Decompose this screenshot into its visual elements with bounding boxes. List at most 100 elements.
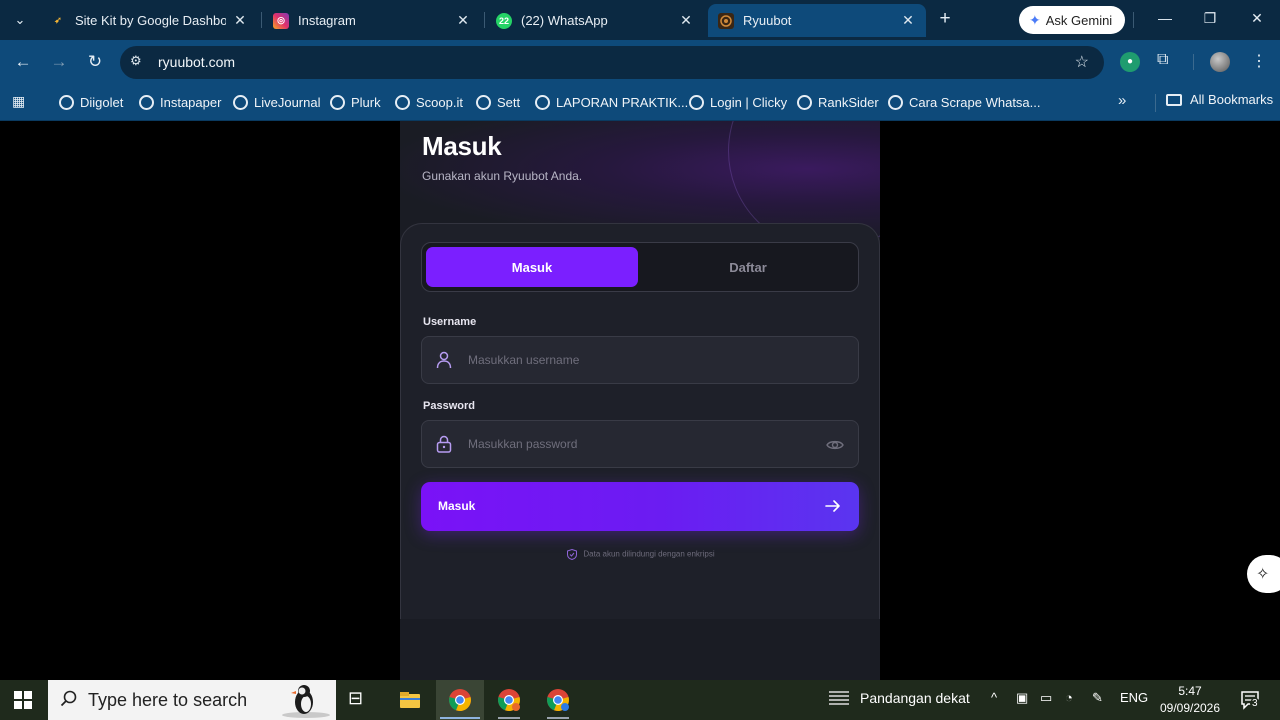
bookmark-sett[interactable]: Sett [476,92,520,112]
reload-icon[interactable]: ↻ [84,51,106,73]
weather-widget[interactable]: Pandangan dekat [828,689,970,707]
username-label: Username [423,316,477,328]
submit-label: Masuk [438,499,476,513]
gemini-sparkle-icon: ✦ [1029,11,1041,28]
weather-text: Pandangan dekat [860,690,970,706]
login-card: Masuk Daftar Username Masukkan username … [400,223,880,619]
page-viewport: Masuk Gunakan akun Ryuubot Anda. Masuk D… [0,121,1280,680]
clock-date: 09/09/2026 [1159,701,1221,715]
tab-ryuubot[interactable]: Ryuubot ✕ [708,4,926,37]
task-view-icon[interactable]: ⊟ [348,688,372,712]
globe-icon [476,94,491,110]
globe-icon [330,94,345,110]
running-indicator [498,717,520,719]
bookmark-clicky[interactable]: Login | Clicky [689,92,787,112]
search-icon [60,690,77,707]
battery-icon[interactable]: ▭ [1040,690,1052,706]
instagram-favicon-icon: ◎ [273,12,289,29]
bookmark-label: Cara Scrape Whatsa... [909,94,1041,110]
close-icon[interactable]: ✕ [232,12,248,29]
password-placeholder: Masukkan password [468,437,578,451]
minimize-icon[interactable]: — [1155,10,1175,26]
username-placeholder: Masukkan username [468,353,580,367]
tab-login[interactable]: Masuk [426,247,638,287]
bookmark-livejournal[interactable]: LiveJournal [233,92,321,112]
bookmarks-bar: ▦ Diigolet Instapaper LiveJournal Plurk … [0,84,1280,121]
bookmark-label: LAPORAN PRAKTIK... [556,94,689,110]
divider [1133,12,1134,28]
extensions-puzzle-icon[interactable]: ⧉ [1157,51,1168,69]
page-footer-area [400,619,880,680]
bookmark-star-icon[interactable]: ☆ [1075,52,1089,72]
arrow-right-icon [825,500,840,512]
url-text[interactable]: ryuubot.com [158,54,235,70]
extension-icon[interactable]: ● [1120,52,1140,72]
meet-icon[interactable]: ▣ [1016,690,1028,706]
clock[interactable]: 5:47 09/09/2026 [1158,683,1222,717]
login-submit-button[interactable]: Masuk [421,482,859,531]
tab-whatsapp[interactable]: 22 (22) WhatsApp ✕ [486,4,704,37]
new-tab-icon[interactable]: + [934,9,956,30]
globe-icon [797,94,812,110]
restore-icon[interactable]: ❐ [1200,10,1220,27]
wifi-icon[interactable]: ◔ [1065,690,1073,705]
tab-site-kit[interactable]: ➶ Site Kit by Google Dashboard ✕ [40,4,258,37]
address-bar[interactable]: ⚙ ryuubot.com ☆ [120,46,1104,79]
lock-icon [436,435,452,453]
bookmark-scoopit[interactable]: Scoop.it [395,92,463,112]
chrome-profile-icon[interactable] [497,688,521,712]
ask-gemini-button[interactable]: ✦ Ask Gemini [1019,6,1125,34]
tab-title: Site Kit by Google Dashboard [75,13,226,28]
running-indicator [440,717,480,719]
language-indicator[interactable]: ENG [1120,690,1148,705]
bookmark-plurk[interactable]: Plurk [330,92,381,112]
sparkle-icon: ✧ [1256,566,1270,583]
bookmark-cara-scrape[interactable]: Cara Scrape Whatsa... [888,92,1041,112]
username-field[interactable]: Masukkan username [421,336,859,384]
site-info-icon[interactable]: ⚙ [130,53,142,69]
all-bookmarks-label: All Bookmarks [1190,92,1274,107]
puffin-illustration-icon [282,685,330,718]
bookmark-laporan[interactable]: LAPORAN PRAKTIK... [535,92,688,112]
tab-search-chevron-icon[interactable]: ⌄ [8,8,32,32]
running-indicator [547,717,569,719]
chevron-double-right-icon[interactable]: » [1118,92,1126,109]
tab-register[interactable]: Daftar [642,247,854,287]
eye-icon[interactable] [826,437,844,453]
close-icon[interactable]: ✕ [900,12,916,29]
bookmark-instapaper[interactable]: Instapaper [139,92,221,112]
tab-instagram[interactable]: ◎ Instagram ✕ [263,4,481,37]
bookmark-diigolet[interactable]: Diigolet [59,92,123,112]
apps-grid-icon[interactable]: ▦ [12,93,25,110]
chrome-profile-b-icon[interactable] [546,688,570,712]
sitekit-favicon-icon: ➶ [54,15,62,25]
close-icon[interactable]: ✕ [455,12,471,29]
clock-time: 5:47 [1178,684,1202,698]
chrome-icon[interactable] [448,688,472,712]
notification-center[interactable]: 3 [1240,690,1262,715]
folder-icon [1166,93,1182,106]
chevron-up-icon[interactable]: ^ [991,690,997,705]
taskbar-search-box[interactable]: Type here to search [48,680,336,720]
password-field[interactable]: Masukkan password [421,420,859,468]
back-icon[interactable]: ← [12,51,34,73]
profile-avatar[interactable] [1210,52,1230,72]
whatsapp-favicon-icon: 22 [496,12,512,29]
forward-icon[interactable]: → [48,51,70,73]
bookmark-label: Scoop.it [416,94,463,110]
password-label: Password [423,400,475,412]
close-window-icon[interactable]: ✕ [1247,10,1267,27]
close-icon[interactable]: ✕ [678,12,694,29]
pen-icon[interactable]: ✎ [1092,690,1103,706]
bookmark-label: LiveJournal [254,94,321,110]
tab-title: Instagram [298,13,356,28]
floating-sparkle-button[interactable]: ✧ [1247,555,1280,593]
bookmark-ranksider[interactable]: RankSider [797,92,879,112]
menu-kebab-icon[interactable]: ⋮ [1251,51,1267,71]
all-bookmarks-button[interactable]: All Bookmarks [1166,92,1273,107]
divider [1193,54,1194,70]
globe-icon [233,94,248,110]
file-explorer-icon[interactable] [398,688,422,712]
globe-icon [139,94,154,110]
windows-start-icon[interactable] [14,691,32,709]
